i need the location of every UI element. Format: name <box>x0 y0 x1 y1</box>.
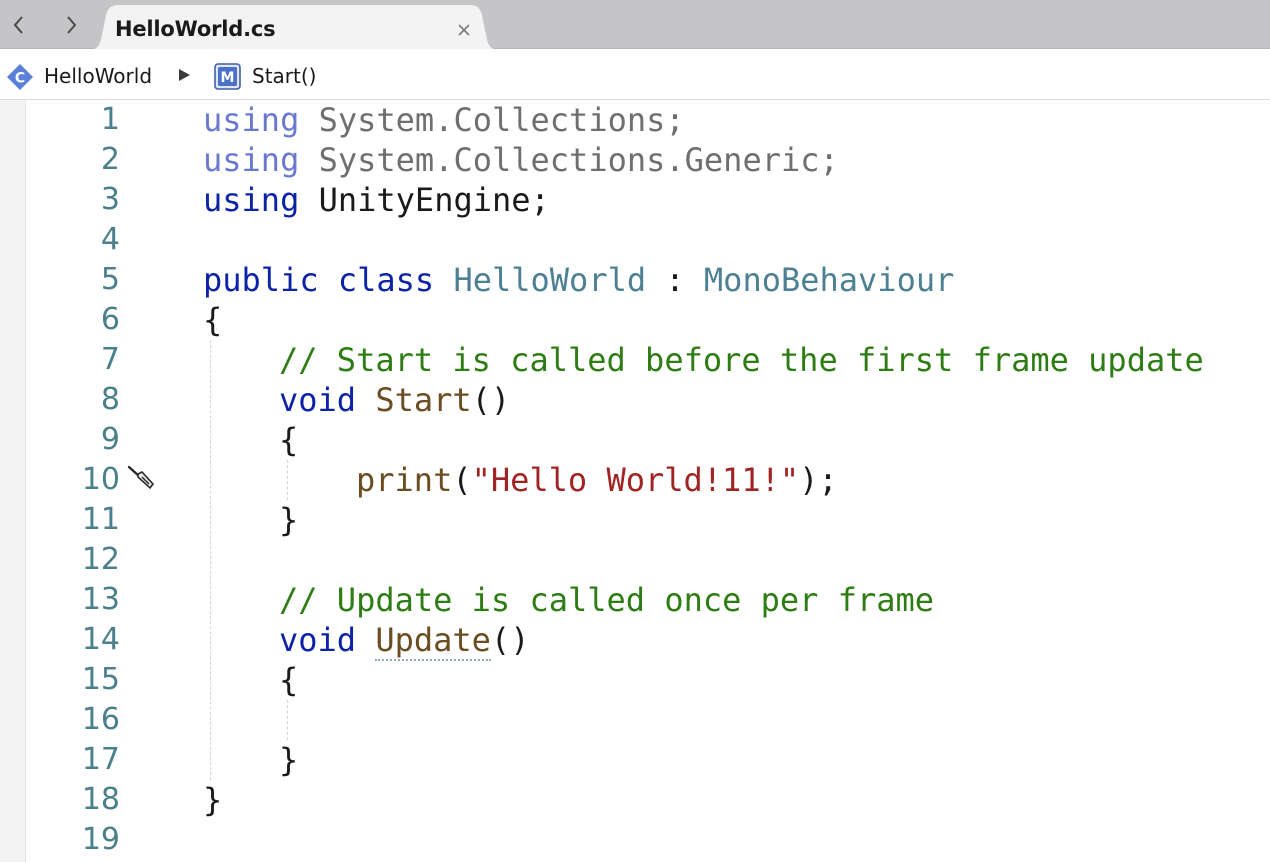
line-number: 18 <box>81 782 120 817</box>
line-number: 8 <box>100 382 120 417</box>
line-number: 5 <box>100 262 120 297</box>
tab-bar: HelloWorld.cs <box>0 0 1270 49</box>
breadcrumb-method[interactable]: Start() <box>252 64 316 88</box>
code-line-1: 1 using System.Collections; <box>0 100 1270 140</box>
punctuation: : <box>646 261 704 299</box>
code-line-15: 15 { <box>0 660 1270 700</box>
comment: // Update is called once per frame <box>279 581 935 619</box>
keyword: using <box>203 181 300 219</box>
tab-title: HelloWorld.cs <box>115 17 276 41</box>
code-line-19: 19 <box>0 820 1270 860</box>
code-line-13: 13 // Update is called once per frame <box>0 580 1270 620</box>
code-line-2: 2 using System.Collections.Generic; <box>0 140 1270 180</box>
line-number: 6 <box>100 302 120 337</box>
line-number: 3 <box>100 182 120 217</box>
code-line-3: 3 using UnityEngine; <box>0 180 1270 220</box>
namespace: System.Collections; <box>299 101 685 139</box>
code-line-17: 17 } <box>0 740 1270 780</box>
svg-text:M: M <box>221 70 235 86</box>
punctuation: ); <box>799 461 838 499</box>
base-class: MonoBehaviour <box>703 261 955 299</box>
namespace: UnityEngine; <box>299 181 550 219</box>
code-line-16: 16 <box>0 700 1270 740</box>
comment: // Start is called before the first fram… <box>279 341 1204 379</box>
code-line-11: 11 } <box>0 500 1270 540</box>
keyword: using <box>203 141 300 179</box>
brace: } <box>279 501 299 539</box>
namespace: System.Collections.Generic; <box>299 141 839 179</box>
keyword: void <box>279 621 357 659</box>
line-number: 7 <box>100 342 120 377</box>
string-literal: "Hello World!11!" <box>471 461 800 499</box>
keyword: class <box>337 261 435 299</box>
line-number: 15 <box>81 662 120 697</box>
line-number: 14 <box>81 622 120 657</box>
punctuation: () <box>471 381 511 419</box>
line-number: 9 <box>100 422 120 457</box>
keyword: public <box>203 261 319 299</box>
brace: { <box>279 661 299 699</box>
code-line-10: 10 print("Hello World!11!"); <box>0 460 1270 500</box>
code-line-18: 18 } <box>0 780 1270 820</box>
code-line-9: 9 { <box>0 420 1270 460</box>
brace: } <box>279 741 299 779</box>
brace: } <box>203 781 223 819</box>
line-number: 17 <box>81 742 120 777</box>
code-line-8: 8 void Start() <box>0 380 1270 420</box>
code-line-6: 6 { <box>0 300 1270 340</box>
chevron-left-icon <box>13 16 23 34</box>
punctuation: ( <box>452 461 472 499</box>
line-number: 4 <box>100 222 120 257</box>
brace: { <box>279 421 299 459</box>
code-line-7: 7 // Start is called before the first fr… <box>0 340 1270 380</box>
breadcrumb-separator-icon <box>179 69 190 81</box>
screwdriver-icon[interactable] <box>126 464 156 492</box>
class-name: HelloWorld <box>453 261 647 299</box>
line-number: 1 <box>100 102 120 137</box>
brace: { <box>203 301 223 339</box>
method-name: Start <box>375 381 472 419</box>
method-icon: M <box>214 63 241 90</box>
method-name: Update <box>375 621 491 661</box>
punctuation: () <box>490 621 530 659</box>
line-number: 10 <box>81 462 120 497</box>
class-icon: C <box>7 64 33 90</box>
code-editor[interactable]: 1 using System.Collections; 2 using Syst… <box>0 100 1270 862</box>
tab-helloworld-cs[interactable]: HelloWorld.cs <box>92 5 496 49</box>
keyword: using <box>203 101 300 139</box>
chevron-right-icon <box>67 16 77 34</box>
line-number: 13 <box>81 582 120 617</box>
line-number: 16 <box>81 702 120 737</box>
line-number: 19 <box>81 822 120 857</box>
breadcrumb-class[interactable]: HelloWorld <box>44 64 152 88</box>
forward-button[interactable] <box>54 8 88 42</box>
code-line-5: 5 public class HelloWorld : MonoBehaviou… <box>0 260 1270 300</box>
code-line-12: 12 <box>0 540 1270 580</box>
breadcrumb: C HelloWorld M Start() <box>0 49 1270 100</box>
svg-text:C: C <box>15 71 25 87</box>
back-button[interactable] <box>2 8 36 42</box>
function-call: print <box>356 461 453 499</box>
line-number: 12 <box>81 542 120 577</box>
tab-close-button[interactable] <box>454 20 474 40</box>
line-number: 2 <box>100 142 120 177</box>
code-line-4: 4 <box>0 220 1270 260</box>
keyword: void <box>279 381 357 419</box>
line-number: 11 <box>81 502 120 537</box>
close-icon <box>458 24 470 36</box>
code-line-14: 14 void Update() <box>0 620 1270 661</box>
